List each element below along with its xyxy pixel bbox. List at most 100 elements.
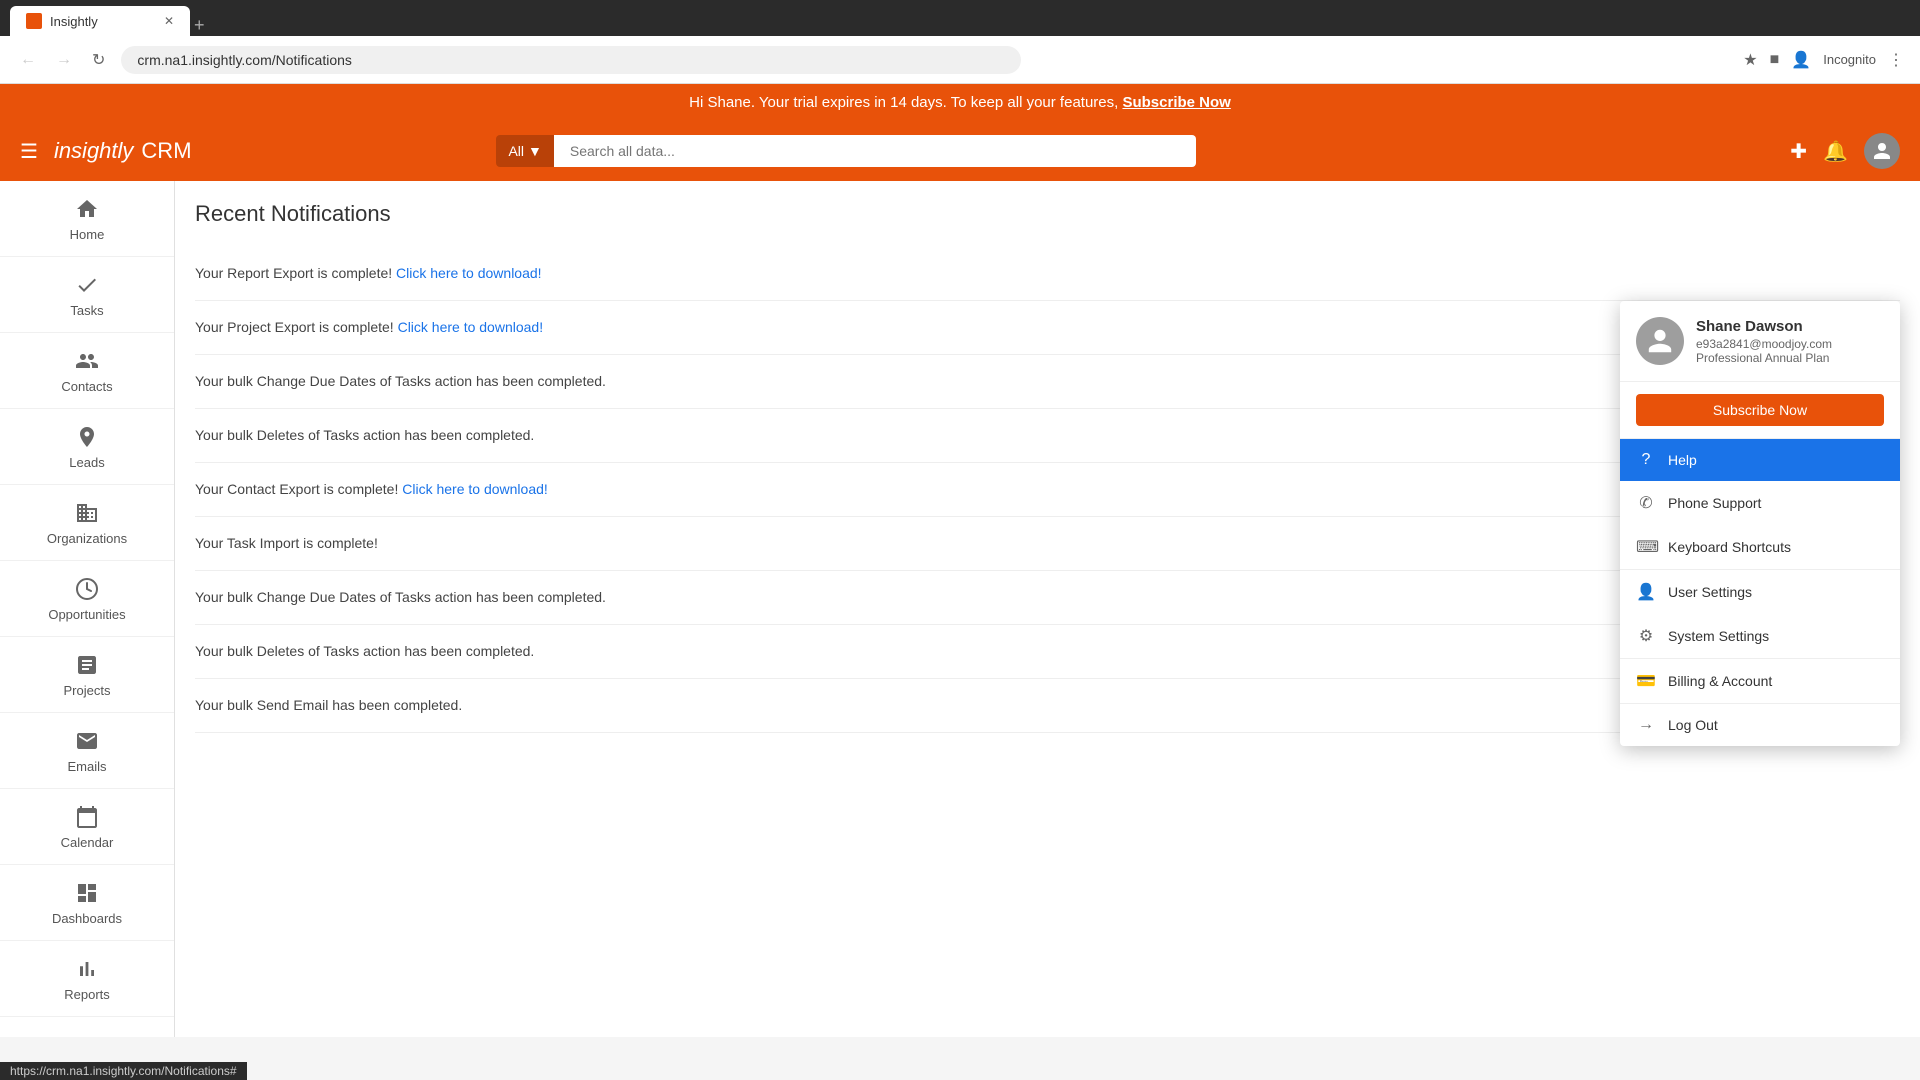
address-input[interactable] — [121, 46, 1021, 74]
dropdown-item-phone-support[interactable]: ✆ Phone Support — [1620, 481, 1900, 525]
home-icon — [73, 195, 101, 223]
back-button[interactable]: ← — [16, 47, 40, 73]
tasks-icon — [73, 271, 101, 299]
phone-icon: ✆ — [1636, 493, 1656, 513]
profile-icon[interactable]: 👤 — [1791, 50, 1811, 70]
status-url: https://crm.na1.insightly.com/Notificati… — [10, 1064, 237, 1078]
opportunities-icon — [73, 575, 101, 603]
page-title: Recent Notifications — [195, 201, 1900, 227]
dropdown-item-phone-support-label: Phone Support — [1668, 495, 1761, 511]
browser-tab-insightly[interactable]: Insightly ✕ — [10, 6, 190, 36]
emails-icon — [73, 727, 101, 755]
dropdown-subscribe-button[interactable]: Subscribe Now — [1636, 394, 1884, 426]
notification-download-link[interactable]: Click here to download! — [396, 265, 542, 281]
notification-text: Your bulk Deletes of Tasks action has be… — [195, 425, 534, 446]
sidebar-item-home[interactable]: Home — [0, 181, 174, 257]
contacts-icon — [73, 347, 101, 375]
address-bar-icons: ★ ■ 👤 Incognito ⋮ — [1743, 50, 1904, 70]
notification-text: Your Contact Export is complete! Click h… — [195, 479, 548, 500]
search-input[interactable] — [554, 135, 1197, 167]
dropdown-user-info: Shane Dawson e93a2841@moodjoy.com Profes… — [1696, 318, 1884, 365]
new-tab-button[interactable]: + — [194, 15, 205, 36]
bookmark-icon[interactable]: ★ — [1743, 50, 1757, 70]
notification-item: Your Report Export is complete! Click he… — [195, 247, 1900, 301]
dropdown-plan: Professional Annual Plan — [1696, 351, 1884, 365]
menu-icon[interactable]: ⋮ — [1888, 50, 1904, 70]
dropdown-item-keyboard-shortcuts-label: Keyboard Shortcuts — [1668, 539, 1791, 555]
sidebar-item-reports[interactable]: Reports — [0, 941, 174, 1017]
system-settings-icon: ⚙ — [1636, 626, 1656, 646]
dashboards-icon — [73, 879, 101, 907]
reports-icon — [73, 955, 101, 983]
sidebar-item-organizations-label: Organizations — [47, 531, 127, 546]
sidebar-item-contacts[interactable]: Contacts — [0, 333, 174, 409]
content-area: Recent Notifications Your Report Export … — [175, 181, 1920, 1037]
notification-download-link[interactable]: Click here to download! — [402, 481, 548, 497]
search-scope-button[interactable]: All ▼ — [496, 135, 553, 167]
notification-download-link[interactable]: Click here to download! — [398, 319, 544, 335]
leads-icon — [73, 423, 101, 451]
notification-text: Your Report Export is complete! Click he… — [195, 263, 542, 284]
user-settings-icon: 👤 — [1636, 582, 1656, 602]
dropdown-item-logout[interactable]: → Log Out — [1620, 704, 1900, 746]
search-scope-label: All — [508, 143, 524, 159]
trial-banner: Hi Shane. Your trial expires in 14 days.… — [0, 84, 1920, 121]
sidebar-item-dashboards[interactable]: Dashboards — [0, 865, 174, 941]
dropdown-item-keyboard-shortcuts[interactable]: ⌨ Keyboard Shortcuts — [1620, 525, 1900, 569]
dropdown-item-user-settings[interactable]: 👤 User Settings — [1620, 570, 1900, 614]
dropdown-username: Shane Dawson — [1696, 318, 1884, 335]
projects-icon — [73, 651, 101, 679]
sidebar-item-emails[interactable]: Emails — [0, 713, 174, 789]
dropdown-item-help[interactable]: ? Help — [1620, 439, 1900, 481]
sidebar-item-projects[interactable]: Projects — [0, 637, 174, 713]
sidebar-item-calendar[interactable]: Calendar — [0, 789, 174, 865]
dropdown-avatar — [1636, 317, 1684, 365]
dropdown-item-billing[interactable]: 💳 Billing & Account — [1620, 659, 1900, 703]
tab-title: Insightly — [50, 14, 98, 29]
logout-icon: → — [1636, 716, 1656, 734]
tab-close-button[interactable]: ✕ — [164, 14, 174, 28]
sidebar-item-leads[interactable]: Leads — [0, 409, 174, 485]
sidebar-item-opportunities[interactable]: Opportunities — [0, 561, 174, 637]
search-area: All ▼ — [496, 135, 1196, 167]
sidebar-item-home-label: Home — [70, 227, 105, 242]
dropdown-header: Shane Dawson e93a2841@moodjoy.com Profes… — [1620, 301, 1900, 382]
hamburger-menu-icon[interactable]: ☰ — [20, 139, 38, 164]
calendar-icon — [73, 803, 101, 831]
browser-address-bar: ← → ↻ ★ ■ 👤 Incognito ⋮ — [0, 36, 1920, 84]
notifications-icon[interactable]: 🔔 — [1823, 139, 1848, 164]
notification-text: Your Project Export is complete! Click h… — [195, 317, 543, 338]
dropdown-item-user-settings-label: User Settings — [1668, 584, 1752, 600]
forward-button[interactable]: → — [52, 47, 76, 73]
sidebar-item-opportunities-label: Opportunities — [48, 607, 125, 622]
notification-text: Your bulk Change Due Dates of Tasks acti… — [195, 587, 606, 608]
keyboard-icon: ⌨ — [1636, 537, 1656, 557]
user-dropdown: Shane Dawson e93a2841@moodjoy.com Profes… — [1620, 301, 1900, 746]
organizations-icon — [73, 499, 101, 527]
dropdown-item-system-settings[interactable]: ⚙ System Settings — [1620, 614, 1900, 658]
dropdown-item-billing-label: Billing & Account — [1668, 673, 1772, 689]
extensions-icon[interactable]: ■ — [1770, 51, 1780, 69]
sidebar-item-organizations[interactable]: Organizations — [0, 485, 174, 561]
notification-text: Your Task Import is complete! — [195, 533, 378, 554]
app-header: ☰ insightly CRM All ▼ ✚ 🔔 — [0, 121, 1920, 181]
trial-subscribe-link[interactable]: Subscribe Now — [1122, 94, 1230, 111]
sidebar-item-emails-label: Emails — [67, 759, 106, 774]
reload-button[interactable]: ↻ — [88, 46, 109, 74]
trial-message: Hi Shane. Your trial expires in 14 days.… — [689, 94, 1118, 111]
dropdown-email: e93a2841@moodjoy.com — [1696, 337, 1884, 351]
chevron-down-icon: ▼ — [528, 143, 542, 159]
add-icon[interactable]: ✚ — [1790, 139, 1807, 164]
logo-text: insightly — [54, 138, 133, 164]
status-bar: https://crm.na1.insightly.com/Notificati… — [0, 1062, 247, 1080]
help-icon: ? — [1636, 451, 1656, 469]
billing-icon: 💳 — [1636, 671, 1656, 691]
browser-tab-bar: Insightly ✕ + — [0, 0, 1920, 36]
sidebar-item-tasks[interactable]: Tasks — [0, 257, 174, 333]
dropdown-item-system-settings-label: System Settings — [1668, 628, 1769, 644]
sidebar-item-projects-label: Projects — [64, 683, 111, 698]
sidebar-item-dashboards-label: Dashboards — [52, 911, 122, 926]
sidebar-item-reports-label: Reports — [64, 987, 110, 1002]
main-layout: Home Tasks Contacts Leads — [0, 181, 1920, 1037]
user-avatar-button[interactable] — [1864, 133, 1900, 169]
